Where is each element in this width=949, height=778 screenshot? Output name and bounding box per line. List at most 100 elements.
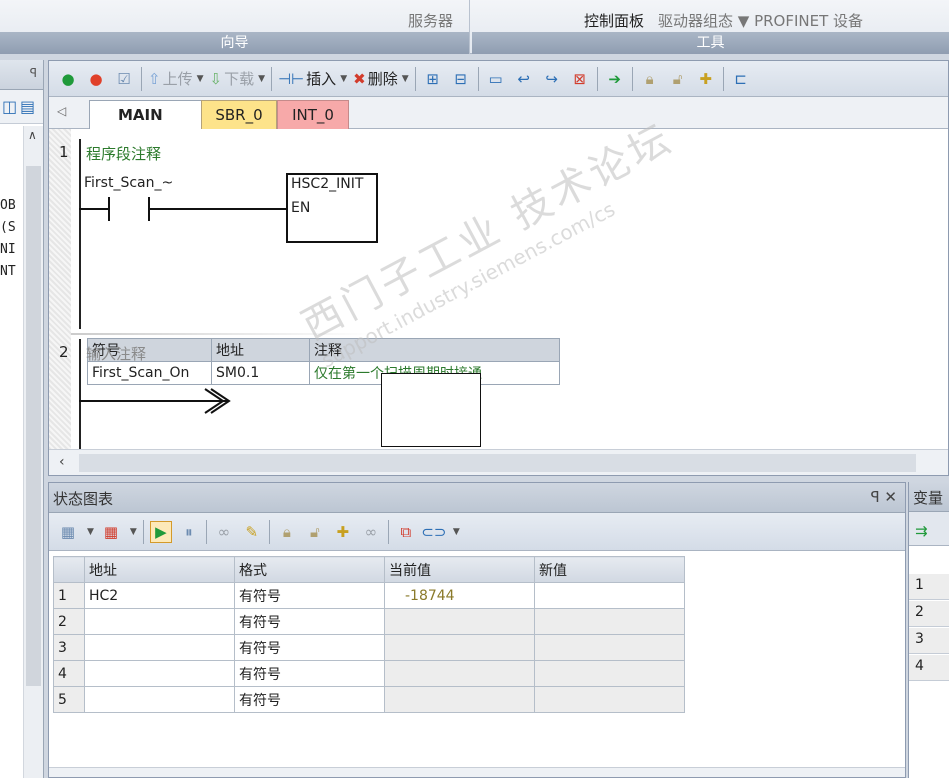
tree-item[interactable]: NI — [0, 242, 16, 257]
function-box-pin: EN — [291, 200, 311, 216]
network-comment[interactable]: 输入注释 — [86, 343, 146, 364]
variable-panel: 变量 ⇉ 1 2 3 4 — [908, 482, 949, 778]
chevron-down-icon[interactable]: ▼ — [87, 527, 94, 537]
network-view-icon[interactable]: ⊟ — [450, 68, 472, 90]
unlock-all-icon[interactable]: ✚ — [695, 68, 717, 90]
table-row[interactable]: 1 HC2 有符号 -18744 — [53, 582, 685, 609]
rung-open-arrow — [79, 388, 231, 414]
ribbon-drive-config[interactable]: 驱动器组态 ▼ PROFINET 设备 — [658, 10, 863, 31]
tree-item[interactable]: (S — [0, 220, 16, 235]
delete-button[interactable]: ✖ 删除 ▼ — [353, 68, 409, 89]
status-table-header: 格式 — [234, 556, 385, 583]
network-comment[interactable]: 程序段注释 — [86, 143, 161, 164]
line-icon[interactable]: ⊏ — [730, 68, 752, 90]
status-table-header: 新值 — [534, 556, 685, 583]
left-panel-scrollbar[interactable]: ∧ — [23, 126, 43, 778]
upload-icon: ⇧ — [148, 69, 161, 88]
ribbon: 服务器 向导 控制面板 驱动器组态 ▼ PROFINET 设备 工具 — [0, 0, 949, 54]
read-forced-icon[interactable]: ∞ — [360, 521, 382, 543]
chevron-down-icon[interactable]: ▼ — [130, 527, 137, 537]
address-cell[interactable] — [84, 608, 235, 635]
tag-icon[interactable]: ⊂⊃ — [421, 521, 446, 543]
add-row-icon[interactable]: ▦ — [57, 521, 79, 543]
stop-icon[interactable]: ● — [85, 68, 107, 90]
new-value-cell[interactable] — [534, 686, 685, 713]
branch-right-icon[interactable]: ↪ — [541, 68, 563, 90]
tab-int0[interactable]: INT_0 — [277, 100, 349, 129]
list-item[interactable]: 3 — [909, 628, 949, 654]
address-cell[interactable] — [84, 660, 235, 687]
upload-button[interactable]: ⇧ 上传 ▼ — [148, 68, 204, 89]
format-cell[interactable]: 有符号 — [234, 634, 385, 661]
branch-left-icon[interactable]: ↩ — [513, 68, 535, 90]
delete-row-icon[interactable]: ▦ — [100, 521, 122, 543]
contact-label[interactable]: First_Scan_~ — [84, 175, 173, 191]
current-value-cell — [384, 660, 535, 687]
row-number: 3 — [53, 634, 85, 661]
network-gutter — [49, 129, 71, 449]
network-icon[interactable]: ⊞ — [422, 68, 444, 90]
chevron-down-icon: ▼ — [196, 73, 204, 84]
lock-icon[interactable]: 🔒︎ — [639, 68, 661, 90]
new-value-cell[interactable] — [534, 582, 685, 609]
scroll-left-icon[interactable]: ‹ — [59, 454, 65, 470]
pencil-icon[interactable]: ✎ — [241, 521, 263, 543]
unlock-icon[interactable]: 🔓︎ — [667, 68, 689, 90]
ribbon-control-panel[interactable]: 控制面板 — [584, 10, 644, 31]
compile-icon[interactable]: ☑ — [113, 68, 135, 90]
insert-row-icon[interactable]: ⇉ — [915, 522, 928, 540]
unforce-icon[interactable]: 🔓︎ — [304, 521, 326, 543]
table-row[interactable]: 5 有符号 — [53, 686, 685, 713]
horizontal-scrollbar[interactable]: ‹ — [49, 449, 948, 475]
go-icon[interactable]: ➔ — [604, 68, 626, 90]
format-cell[interactable]: 有符号 — [234, 582, 385, 609]
address-cell[interactable] — [84, 686, 235, 713]
format-cell[interactable]: 有符号 — [234, 660, 385, 687]
ribbon-server-label[interactable]: 服务器 — [408, 10, 453, 31]
table-row[interactable]: 4 有符号 — [53, 660, 685, 687]
list-item[interactable]: 4 — [909, 655, 949, 681]
table-row[interactable]: 2 有符号 — [53, 608, 685, 635]
pause-icon[interactable]: ⏸ — [178, 521, 200, 543]
trend-chart-icon[interactable]: ⧉ — [395, 521, 417, 543]
list-item[interactable]: 2 — [909, 601, 949, 627]
status-chart-sheet-tabs[interactable] — [49, 767, 905, 777]
new-value-cell[interactable] — [534, 634, 685, 661]
chevron-down-icon[interactable]: ▼ — [453, 527, 460, 537]
force-icon[interactable]: 🔒︎ — [276, 521, 298, 543]
new-value-cell[interactable] — [534, 660, 685, 687]
new-value-cell[interactable] — [534, 608, 685, 635]
download-button[interactable]: ⇩ 下载 ▼ — [210, 68, 266, 89]
tab-sbr0[interactable]: SBR_0 — [201, 100, 277, 129]
table-row[interactable]: 3 有符号 — [53, 634, 685, 661]
address-cell[interactable]: HC2 — [84, 582, 235, 609]
ribbon-caption-wizard: 向导 — [0, 32, 469, 54]
list-item[interactable]: 1 — [909, 574, 949, 600]
empty-element-box[interactable] — [381, 373, 481, 447]
monitor-icon[interactable]: ▶ — [149, 520, 172, 543]
symbol-cell: SM0.1 — [211, 361, 310, 385]
run-icon[interactable]: ● — [57, 68, 79, 90]
format-cell[interactable]: 有符号 — [234, 608, 385, 635]
view-icon[interactable]: ▤ — [20, 97, 35, 116]
scrollbar-thumb[interactable] — [79, 454, 916, 472]
panel-icon[interactable]: ◫ — [2, 97, 17, 116]
clear-icon[interactable]: ⊠ — [569, 68, 591, 90]
pin-icon[interactable]: ꟼ — [30, 66, 37, 80]
glasses-icon[interactable]: ∞ — [213, 521, 235, 543]
scroll-up-icon[interactable]: ∧ — [28, 128, 37, 142]
symbol-table: 符号 地址 注释 First_Scan_On SM0.1 仅在第一个扫描周期时接… — [87, 338, 560, 385]
tree-item[interactable]: NT — [0, 264, 16, 279]
address-cell[interactable] — [84, 634, 235, 661]
function-box[interactable]: HSC2_INIT EN — [286, 173, 378, 243]
tab-scroll-left-icon[interactable]: ◁ — [57, 104, 66, 118]
format-cell[interactable]: 有符号 — [234, 686, 385, 713]
scrollbar-thumb[interactable] — [26, 166, 41, 686]
insert-button[interactable]: ⊣⊢ 插入 ▼ — [278, 68, 347, 89]
box-icon[interactable]: ▭ — [485, 68, 507, 90]
tree-item[interactable]: OB — [0, 198, 16, 213]
ribbon-group-wizard: 服务器 向导 — [0, 0, 470, 54]
unforce-all-icon[interactable]: ✚ — [332, 521, 354, 543]
pin-close-icon[interactable]: ꟼ ✕ — [871, 488, 897, 506]
ladder-canvas[interactable]: 1 程序段注释 First_Scan_~ HSC2_INIT EN 符号 地址 … — [49, 129, 948, 449]
